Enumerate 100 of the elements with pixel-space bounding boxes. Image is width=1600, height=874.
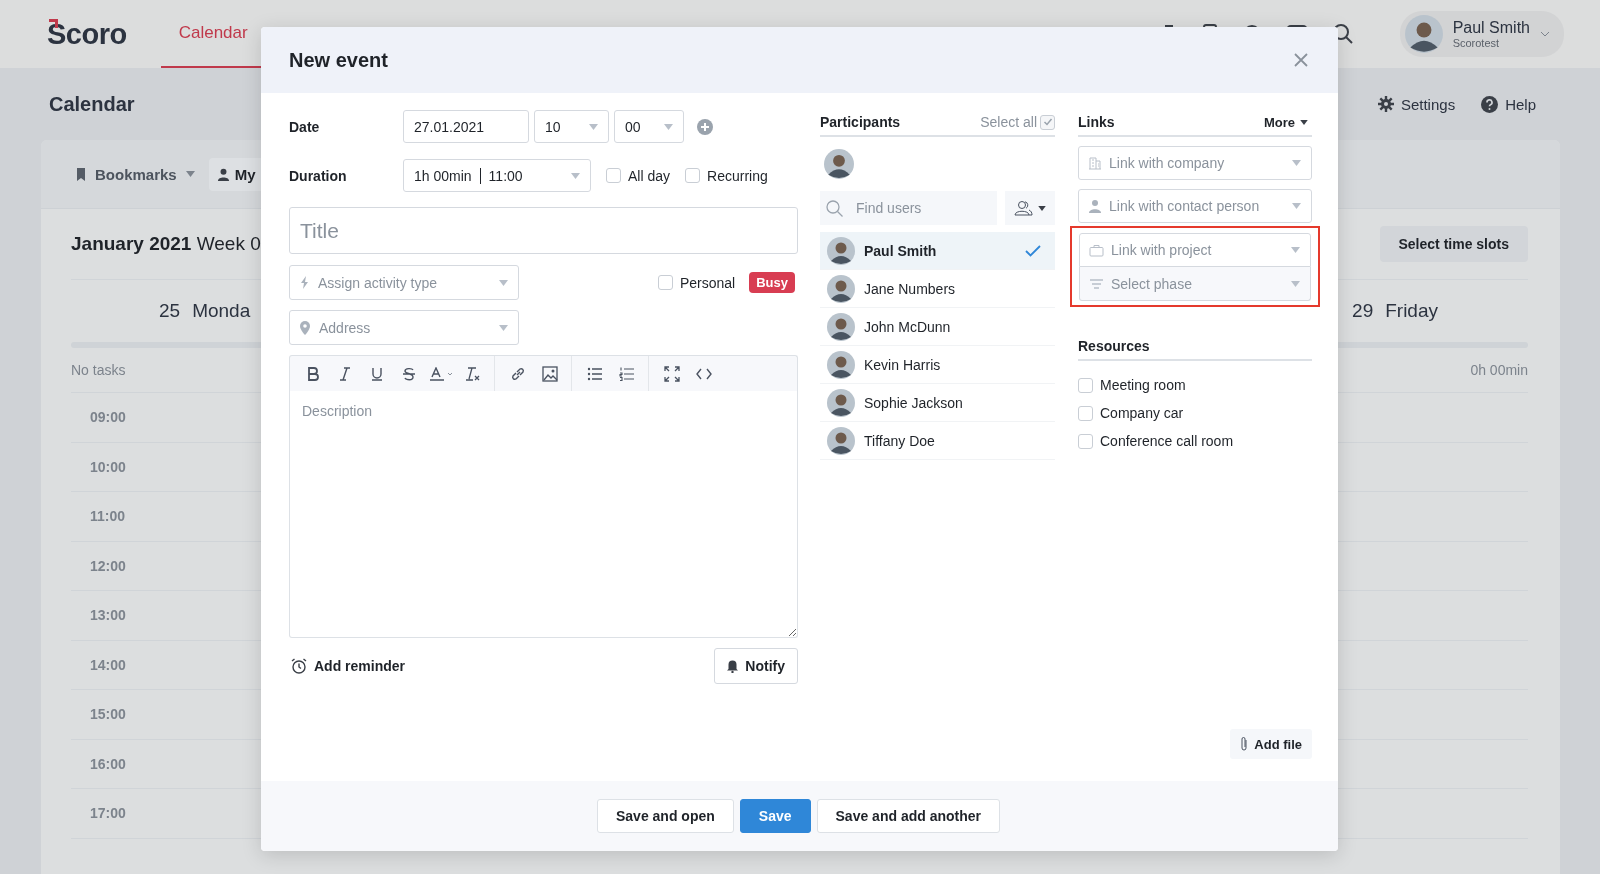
footer-button[interactable]: Save and add another [816,799,1000,833]
checkbox[interactable] [606,168,621,183]
avatar [827,388,855,417]
title-field[interactable]: Title [289,207,798,254]
user-menu[interactable]: Paul Smith Scorotest [1399,11,1564,57]
section-title: Resources [1078,338,1150,354]
checkbox-label: Recurring [707,167,768,184]
clear-format-icon[interactable] [465,366,481,381]
hour-label: 14:00 [90,656,126,673]
search-icon [826,200,843,217]
hour-label: 17:00 [90,805,126,822]
more-menu[interactable]: More [1263,115,1312,130]
location-pin-icon [300,320,310,335]
logo[interactable]: Scoro [47,17,127,51]
add-icon[interactable] [697,118,713,135]
checkbox[interactable] [1078,405,1093,421]
hour-label: 09:00 [90,409,126,426]
avatar [1404,15,1443,53]
section-title: Links [1078,114,1115,130]
phase-icon [1089,277,1104,290]
field-label: Date [289,118,321,135]
header-link[interactable]: Help [1481,95,1536,113]
participant-row[interactable]: Jane Numbers [820,270,1055,308]
avatar [827,274,855,303]
fullscreen-icon[interactable] [664,365,680,382]
lightning-icon [300,276,309,289]
checkmark-icon [1025,244,1041,257]
checkbox[interactable] [685,168,701,183]
select-time-slots-button[interactable]: Select time slots [1379,226,1528,262]
paperclip-icon [1240,736,1249,752]
caret-icon [1038,205,1046,211]
minute-select[interactable]: 00 [614,110,684,143]
day-header: 25 Monda [158,300,251,322]
help-icon [1481,95,1499,113]
dialog-title: New event [289,48,388,72]
hour-label: 12:00 [90,557,126,574]
checkmark-icon [1042,117,1053,127]
description-field[interactable]: Description [289,391,798,638]
person-icon [216,167,230,181]
add-reminder-link[interactable]: Add reminder [291,658,405,674]
chevron-icon [1540,31,1550,37]
participant-row[interactable]: Paul Smith [820,232,1055,270]
underline-icon[interactable] [370,366,384,381]
people-icon [1014,200,1034,216]
caret-icon [589,123,598,130]
hour-select[interactable]: 10 [534,110,609,143]
avatar [827,350,855,379]
busy-badge[interactable]: Busy [749,272,795,293]
numbered-list-icon[interactable] [619,366,635,381]
bookmarks-menu[interactable]: Bookmarks [76,165,195,183]
bullet-list-icon[interactable] [587,366,603,381]
checkbox-label: Personal [679,274,736,291]
avatar [824,149,854,179]
caret-icon [1292,203,1301,209]
caret-icon [1300,120,1308,125]
footer-button[interactable]: Save [739,799,811,833]
checkbox[interactable] [1040,114,1055,130]
user-groups-button[interactable] [1005,191,1055,225]
footer-button[interactable]: Save and open [597,799,734,833]
day-header: 29 Friday [1352,300,1439,322]
checkbox-label: All day [628,167,671,184]
text-color-icon[interactable] [429,366,453,381]
checkbox[interactable] [1078,433,1093,449]
settings-icon [1377,96,1394,112]
duration-select[interactable]: 1h 00min 11:00 [403,159,591,192]
strikethrough-icon[interactable] [402,366,416,381]
participant-row[interactable]: Kevin Harris [820,346,1055,384]
hour-label: 16:00 [90,755,126,772]
header-link[interactable]: Settings [1377,95,1456,113]
checkbox[interactable] [1078,377,1093,393]
add-file-button[interactable]: Add file [1230,729,1312,759]
participant-row[interactable]: John McDunn [820,308,1055,346]
caret-icon [499,324,508,331]
bold-icon[interactable] [306,366,320,381]
caret-icon [1292,160,1301,166]
checkbox-label: Meeting room [1100,377,1186,393]
checkbox-label: Conference call room [1100,433,1234,449]
select-all-label: Select all [980,114,1037,130]
caret-icon [1291,247,1300,253]
italic-icon[interactable] [338,366,352,381]
bell-icon [727,659,739,673]
hour-label: 13:00 [90,607,126,624]
find-users-field[interactable]: Find users [820,191,997,225]
avatar [827,426,855,455]
date-field[interactable]: 27.01.2021 [403,110,529,143]
caret-icon [185,171,195,177]
code-icon[interactable] [696,367,712,380]
participant-row[interactable]: Tiffany Doe [820,422,1055,460]
participant-row[interactable]: Sophie Jackson [820,384,1055,422]
image-icon[interactable] [542,365,558,382]
alarm-clock-icon [291,658,307,674]
section-title: Participants [820,114,901,130]
checkbox[interactable] [657,275,673,290]
notify-button[interactable]: Notify [714,648,798,684]
hour-label: 11:00 [90,508,126,525]
view-button[interactable]: My [208,157,264,191]
link-icon[interactable] [510,365,526,382]
field-label: Duration [289,167,348,184]
close-icon[interactable] [1294,53,1308,67]
period-title: January 2021 Week 0 [71,233,261,255]
